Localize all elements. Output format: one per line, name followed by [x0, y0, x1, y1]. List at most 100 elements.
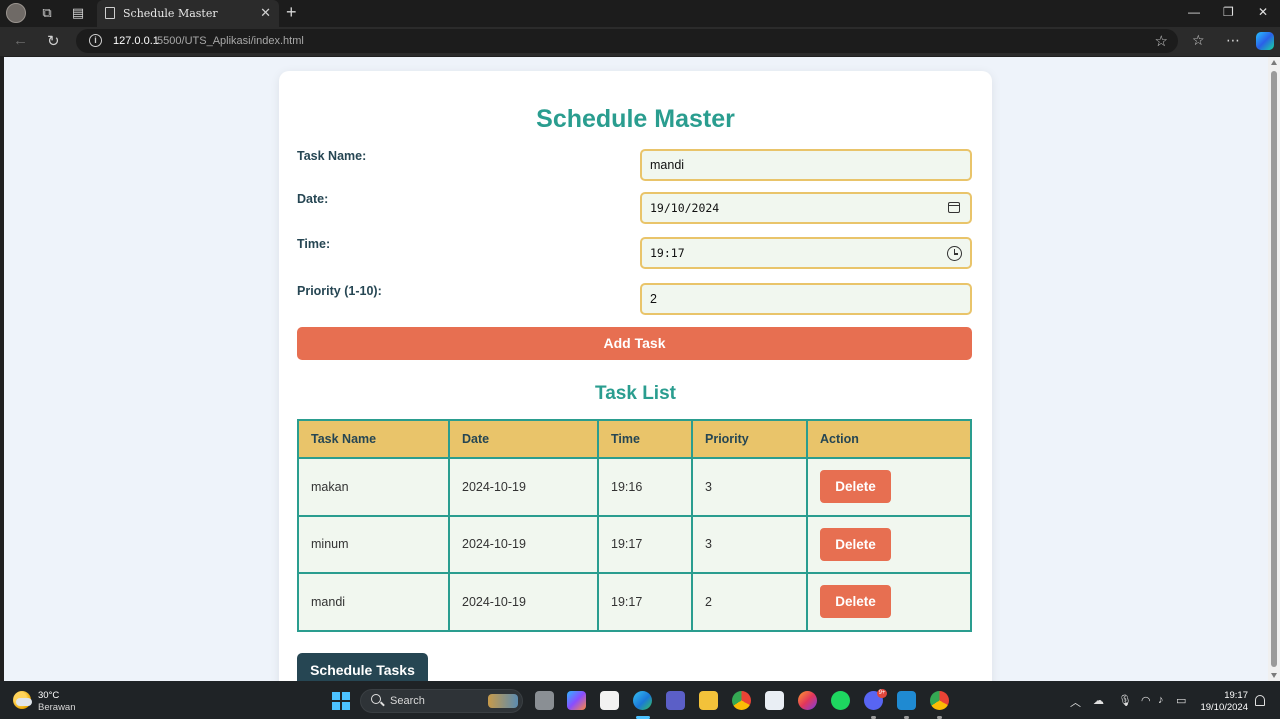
time-value: 19:17	[650, 246, 685, 260]
task-table: Task Name Date Time Priority Action maka…	[297, 419, 972, 632]
priority-input[interactable]: 2	[640, 283, 972, 315]
add-task-button[interactable]: Add Task	[297, 327, 972, 360]
table-header-row: Task Name Date Time Priority Action	[297, 419, 972, 459]
date-label: Date:	[297, 192, 329, 206]
task-view-icon[interactable]	[535, 691, 554, 710]
column-header-date: Date	[448, 419, 599, 459]
chrome-icon[interactable]	[732, 691, 751, 710]
column-header-action: Action	[806, 419, 972, 459]
cell-action: Delete	[806, 572, 972, 632]
workspaces-icon[interactable]: ⧉	[37, 4, 57, 22]
task-name-input[interactable]: mandi	[640, 149, 972, 181]
url-path: :5500/UTS_Aplikasi/index.html	[154, 35, 304, 47]
table-row: minum 2024-10-19 19:17 3 Delete	[297, 514, 972, 574]
vertical-tabs-icon[interactable]: ▤	[68, 4, 88, 22]
copilot-icon[interactable]	[1256, 32, 1274, 50]
wifi-icon[interactable]: ◠	[1141, 694, 1151, 707]
profile-avatar[interactable]	[6, 3, 26, 23]
time-input[interactable]: 19:17	[640, 237, 972, 269]
cell-task-name: minum	[297, 514, 450, 574]
search-placeholder: Search	[390, 695, 425, 707]
time-label: Time:	[297, 237, 331, 251]
more-menu-icon[interactable]: ⋯	[1226, 32, 1240, 49]
cell-date: 2024-10-19	[448, 514, 599, 574]
reload-button[interactable]: ↻	[47, 32, 60, 50]
start-button[interactable]	[332, 692, 350, 710]
close-window-button[interactable]: ✕	[1258, 5, 1268, 19]
priority-value: 2	[650, 292, 657, 306]
schedule-tasks-button[interactable]: Schedule Tasks	[297, 653, 428, 681]
clock-icon[interactable]	[947, 246, 962, 261]
notification-bell-icon[interactable]	[1255, 695, 1265, 706]
page-title: Schedule Master	[536, 105, 735, 133]
cell-time: 19:16	[597, 457, 693, 517]
delete-button[interactable]: Delete	[820, 585, 891, 619]
page-viewport: Schedule Master Task Name: mandi Date: 1…	[4, 57, 1268, 681]
windows-taskbar: 30°C Berawan Search 9+ ︿ ☁ 🎙 ◠ ♪ ▭ 19:17…	[0, 681, 1280, 719]
microphone-icon[interactable]: 🎙	[1118, 694, 1132, 707]
restore-button[interactable]: ❐	[1223, 5, 1234, 19]
tray-app-icon[interactable]: ☁	[1093, 694, 1104, 707]
copilot-app-icon[interactable]	[567, 691, 586, 710]
favorites-icon[interactable]: ☆	[1192, 32, 1205, 49]
favorite-star-icon[interactable]: ☆	[1155, 32, 1168, 50]
browser-tab-bar: ⧉ ▤ Schedule Master ✕ + — ❐ ✕	[0, 0, 1280, 27]
delete-button[interactable]: Delete	[820, 527, 891, 561]
vscode-icon[interactable]	[897, 691, 916, 710]
column-header-task-name: Task Name	[297, 419, 450, 459]
spotify-icon[interactable]	[831, 691, 850, 710]
weather-description[interactable]: Berawan	[38, 702, 76, 713]
calendar-icon[interactable]	[948, 202, 960, 213]
minimize-button[interactable]: —	[1188, 5, 1200, 19]
scroll-down-arrow-icon[interactable]	[1271, 673, 1277, 678]
page-scrollbar[interactable]	[1268, 57, 1280, 681]
weather-temperature[interactable]: 30°C	[38, 690, 59, 701]
cell-priority: 3	[691, 514, 808, 574]
url-host: 127.0.0.1	[113, 35, 159, 47]
cell-priority: 2	[691, 572, 808, 632]
delete-button[interactable]: Delete	[820, 470, 891, 504]
cell-priority: 3	[691, 457, 808, 517]
capcut-icon[interactable]	[600, 691, 619, 710]
cell-time: 19:17	[597, 514, 693, 574]
tab-close-icon[interactable]: ✕	[260, 5, 271, 21]
weather-cloud-icon	[16, 698, 32, 706]
address-bar[interactable]: i 127.0.0.1 :5500/UTS_Aplikasi/index.htm…	[76, 29, 1178, 53]
tab-schedule-master[interactable]: Schedule Master ✕	[97, 0, 279, 27]
search-icon	[371, 694, 381, 704]
page-favicon-icon	[105, 7, 115, 19]
teams-icon[interactable]	[666, 691, 685, 710]
new-tab-button[interactable]: +	[286, 2, 297, 23]
firefox-icon[interactable]	[798, 691, 817, 710]
back-button[interactable]: ←	[13, 32, 28, 49]
address-toolbar: ← ↻ i 127.0.0.1 :5500/UTS_Aplikasi/index…	[0, 27, 1280, 56]
search-highlight-image	[488, 694, 518, 708]
taskbar-clock-time[interactable]: 19:17	[1200, 690, 1248, 701]
battery-icon[interactable]: ▭	[1176, 694, 1186, 707]
cell-action: Delete	[806, 457, 972, 517]
volume-icon[interactable]: ♪	[1158, 694, 1164, 706]
tab-title: Schedule Master	[123, 7, 218, 20]
table-row: mandi 2024-10-19 19:17 2 Delete	[297, 572, 972, 632]
date-input[interactable]: 19/10/2024	[640, 192, 972, 224]
cell-task-name: mandi	[297, 572, 450, 632]
date-value: 19/10/2024	[650, 201, 720, 215]
microsoft-store-icon[interactable]	[765, 691, 784, 710]
column-header-priority: Priority	[691, 419, 808, 459]
cell-task-name: makan	[297, 457, 450, 517]
scroll-up-arrow-icon[interactable]	[1271, 60, 1277, 65]
discord-badge: 9+	[877, 689, 887, 698]
tray-overflow-chevron-icon[interactable]: ︿	[1070, 694, 1081, 710]
taskbar-clock-date[interactable]: 19/10/2024	[1196, 702, 1248, 713]
chrome-profile-icon[interactable]	[930, 691, 949, 710]
site-info-icon[interactable]: i	[89, 34, 102, 47]
cell-time: 19:17	[597, 572, 693, 632]
scrollbar-thumb[interactable]	[1271, 71, 1277, 667]
edge-icon[interactable]	[633, 691, 652, 710]
cell-date: 2024-10-19	[448, 572, 599, 632]
taskbar-search[interactable]: Search	[360, 689, 523, 713]
file-explorer-icon[interactable]	[699, 691, 718, 710]
cell-action: Delete	[806, 514, 972, 574]
app-container: Schedule Master Task Name: mandi Date: 1…	[279, 71, 992, 681]
windows-logo-icon	[332, 692, 341, 701]
